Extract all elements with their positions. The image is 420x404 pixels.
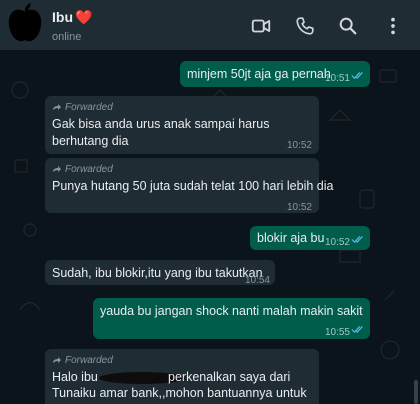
chat-header: Ibu ❤️ online [0, 0, 420, 50]
forwarded-label: Forwarded [52, 354, 113, 366]
contact-avatar[interactable] [3, 2, 47, 46]
forwarded-text: Forwarded [65, 354, 113, 366]
message-bubble-incoming[interactable]: Forwarded Halo ibu perkenalkan saya dari… [45, 349, 319, 404]
message-time: 10:52 [286, 202, 312, 213]
forward-arrow-icon [53, 166, 61, 172]
message-bubble-outgoing[interactable]: minjem 50jt aja ga pernah 10:51 [180, 61, 370, 87]
forward-arrow-icon [53, 104, 61, 110]
message-bubble-outgoing[interactable]: blokir aja bu 10:52 [250, 226, 370, 250]
message-text-part: Halo ibu [52, 370, 98, 384]
read-receipt-icon [351, 72, 363, 80]
message-text: Gak bisa anda urus anak sampai harus ber… [52, 117, 270, 148]
contact-info[interactable]: Ibu ❤️ online [52, 9, 92, 43]
forwarded-label: Forwarded [52, 101, 113, 113]
message-bubble-incoming[interactable]: Forwarded Gak bisa anda urus anak sampai… [45, 96, 319, 154]
forwarded-text: Forwarded [65, 101, 113, 113]
message-text-part: perkenalkan saya dari [168, 370, 291, 384]
contact-name: Ibu ❤️ [52, 9, 92, 25]
message-text: Punya hutang 50 juta sudah telat 100 har… [52, 179, 334, 193]
video-call-icon[interactable] [250, 15, 272, 37]
read-receipt-icon [351, 236, 363, 244]
voice-call-icon[interactable] [294, 15, 316, 37]
message-time: 10:51 [324, 73, 350, 84]
message-time: 10:55 [324, 327, 350, 338]
heart-emoji: ❤️ [75, 9, 93, 25]
message-text: Sudah, ibu blokir,itu yang ibu takutkan [52, 266, 263, 280]
contact-name-text: Ibu [52, 9, 73, 25]
message-text-part: Tunaiku amar bank,,mohon bantuannya untu… [52, 386, 307, 400]
message-bubble-incoming[interactable]: Forwarded Punya hutang 50 juta sudah tel… [45, 158, 333, 213]
message-bubble-outgoing[interactable]: yauda bu jangan shock nanti malah makin … [93, 298, 370, 339]
message-text: minjem 50jt aja ga pernah [187, 67, 331, 81]
forwarded-text: Forwarded [65, 163, 113, 175]
message-text: yauda bu jangan shock nanti malah makin … [100, 304, 363, 318]
message-time: 10:52 [324, 237, 350, 248]
message-bubble-incoming[interactable]: Sudah, ibu blokir,itu yang ibu takutkan … [45, 260, 275, 286]
contact-status: online [52, 31, 82, 43]
chat-scrollbar[interactable] [414, 380, 418, 404]
more-options-icon[interactable] [382, 15, 404, 37]
forwarded-label: Forwarded [52, 163, 113, 175]
message-time: 10:54 [244, 275, 270, 286]
forward-arrow-icon [53, 357, 61, 363]
message-time: 10:52 [286, 140, 312, 151]
search-icon[interactable] [337, 15, 359, 37]
message-text: blokir aja bu [257, 231, 325, 245]
read-receipt-icon [351, 326, 363, 334]
chat-area[interactable]: minjem 50jt aja ga pernah 10:51 Forwarde… [0, 50, 420, 404]
